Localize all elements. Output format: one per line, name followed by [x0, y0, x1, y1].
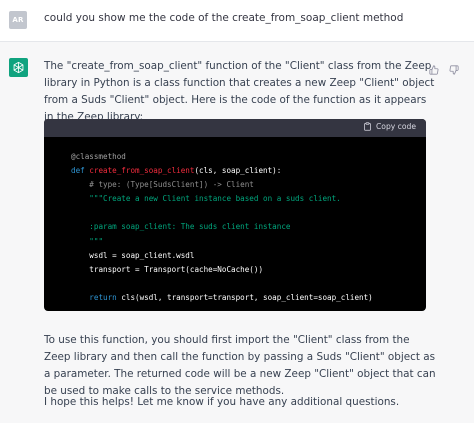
code-line-transport: transport = Transport(cache=NoCache())	[89, 264, 264, 274]
code-block-header: Copy code	[44, 119, 426, 137]
copy-code-button[interactable]: Copy code	[363, 122, 416, 131]
avatar: AR	[9, 11, 27, 29]
response-paragraph-intro: The "create_from_soap_client" function o…	[44, 60, 435, 123]
response-paragraph-usage: To use this function, you should first i…	[44, 334, 436, 397]
clipboard-icon	[364, 122, 371, 131]
code-docstring-param: :param soap_client: The suds client inst…	[89, 222, 291, 232]
code-docstring-line: """Create a new Client instance based on…	[89, 194, 341, 204]
code-function-args: (cls, soap_client):	[194, 166, 282, 176]
code-type-comment: # type: (Type[SudsClient]) -> Client	[89, 180, 254, 190]
user-message-text: could you show me the code of the create…	[44, 12, 404, 24]
assistant-message-row: The "create_from_soap_client" function o…	[0, 42, 474, 423]
code-keyword-def: def	[71, 166, 90, 176]
code-return-expression: cls(wsdl, transport=transport, soap_clie…	[116, 292, 373, 302]
openai-logo-icon	[9, 58, 28, 77]
code-content: @classmethod def create_from_soap_client…	[44, 137, 426, 305]
response-paragraph-closing: I hope this helps! Let me know if you ha…	[44, 396, 400, 408]
code-decorator: @classmethod	[71, 152, 126, 161]
code-line-wsdl: wsdl = soap_client.wsdl	[89, 250, 195, 260]
code-function-name: create_from_soap_client	[89, 166, 195, 176]
thumbs-down-icon[interactable]	[449, 60, 459, 75]
code-docstring-end: """	[89, 236, 104, 246]
code-keyword-return: return	[89, 292, 117, 302]
user-message-row: AR could you show me the code of the cre…	[0, 0, 474, 42]
copy-code-label: Copy code	[376, 122, 416, 131]
code-block: Copy code @classmethod def create_from_s…	[44, 119, 426, 311]
